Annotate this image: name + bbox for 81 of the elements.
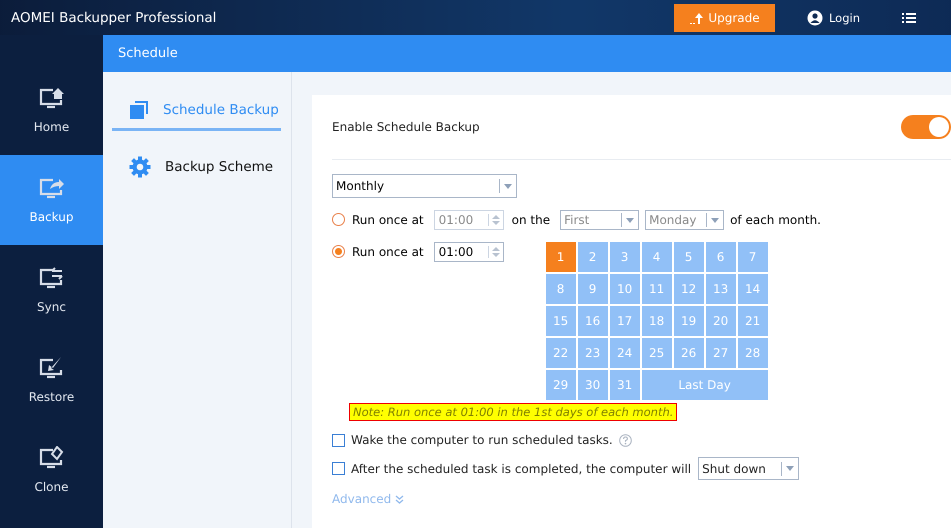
menu-icon[interactable]	[902, 12, 916, 24]
ordinal-dropdown[interactable]: First	[560, 210, 640, 230]
checkbox[interactable]	[332, 434, 345, 446]
caret-icon	[786, 466, 794, 471]
day-cell[interactable]: 8	[546, 274, 576, 304]
action-dropdown[interactable]: Shut down	[698, 457, 800, 480]
note-text: Note: Run once at 01:00 in the 1st days of each month.	[349, 403, 678, 421]
option-label: Run once at	[352, 244, 424, 261]
upload-icon	[689, 10, 706, 24]
day-cell[interactable]: 21	[738, 306, 768, 336]
nav-label: Restore	[28, 390, 74, 404]
day-cell[interactable]: 7	[738, 242, 768, 272]
time-field[interactable]: 01:00	[434, 210, 504, 230]
day-cell[interactable]: 15	[546, 306, 576, 336]
window-title: AOMEI Backupper Professional	[11, 10, 216, 26]
side-tab[interactable]: Backup Scheme	[112, 149, 281, 188]
settings-icon	[129, 156, 151, 178]
nav-label: Sync	[37, 300, 66, 314]
option-label: on the	[512, 212, 550, 229]
spinner-icon	[492, 214, 500, 226]
nav-label: Clone	[34, 480, 69, 494]
caret-icon	[504, 184, 512, 188]
frequency-dropdown[interactable]: Monthly	[332, 174, 517, 198]
double-chevron-icon	[395, 494, 404, 504]
day-cell[interactable]: 13	[706, 274, 736, 304]
day-cell[interactable]: 29	[546, 370, 576, 400]
day-cell[interactable]: 9	[578, 274, 608, 304]
radio-button[interactable]	[332, 245, 345, 258]
day-cell[interactable]: 22	[546, 338, 576, 368]
login-button[interactable]: Login	[800, 8, 866, 26]
option-label: of each month.	[730, 212, 821, 229]
nav-label: Home	[34, 120, 70, 134]
day-cell[interactable]: 12	[674, 274, 704, 304]
checkbox[interactable]	[332, 462, 345, 475]
day-cell[interactable]: 14	[738, 274, 768, 304]
nav-item[interactable]: Sync	[0, 245, 103, 335]
option-label: Run once at	[352, 212, 424, 229]
user-icon	[806, 10, 823, 26]
page-header: Schedule	[103, 35, 951, 72]
checkbox-label: Wake the computer to run scheduled tasks.	[351, 433, 613, 447]
day-cell[interactable]: 27	[706, 338, 736, 368]
day-cell[interactable]: Last Day	[642, 370, 768, 400]
day-cell[interactable]: 1	[546, 242, 576, 272]
day-cell[interactable]: 20	[706, 306, 736, 336]
copy-icon	[129, 100, 149, 120]
upgrade-button[interactable]: Upgrade	[674, 4, 775, 32]
day-cell[interactable]: 10	[610, 274, 640, 304]
side-tab[interactable]: Schedule Backup	[112, 92, 281, 131]
day-cell[interactable]: 4	[642, 242, 672, 272]
day-cell[interactable]: 2	[578, 242, 608, 272]
day-cell[interactable]: 19	[674, 306, 704, 336]
day-cell[interactable]: 24	[610, 338, 640, 368]
advanced-link[interactable]: Advanced	[332, 492, 951, 506]
enable-label: Enable Schedule Backup	[332, 120, 480, 134]
nav-item[interactable]: Clone	[0, 425, 103, 515]
day-cell[interactable]: 28	[738, 338, 768, 368]
day-cell[interactable]: 17	[610, 306, 640, 336]
time-field[interactable]: 01:00	[434, 242, 504, 262]
radio-button[interactable]	[332, 213, 345, 226]
day-cell[interactable]: 6	[706, 242, 736, 272]
day-cell[interactable]: 25	[642, 338, 672, 368]
caret-icon	[711, 218, 720, 222]
nav-label: Backup	[30, 210, 74, 224]
nav-item[interactable]: Home	[0, 65, 103, 155]
help-icon[interactable]	[618, 434, 632, 446]
checkbox-label: After the scheduled task is completed, the computer will	[351, 462, 692, 476]
day-cell[interactable]: 11	[642, 274, 672, 304]
weekday-dropdown[interactable]: Monday	[645, 210, 724, 230]
day-cell[interactable]: 23	[578, 338, 608, 368]
nav-item[interactable]: Backup	[0, 155, 103, 245]
caret-icon	[626, 218, 634, 222]
day-cell[interactable]: 31	[610, 370, 640, 400]
day-cell[interactable]: 26	[674, 338, 704, 368]
day-cell[interactable]: 16	[578, 306, 608, 336]
spinner-icon	[492, 246, 500, 258]
day-cell[interactable]: 3	[610, 242, 640, 272]
day-cell[interactable]: 18	[642, 306, 672, 336]
nav-item[interactable]: Restore	[0, 335, 103, 425]
toggle-switch[interactable]	[901, 115, 951, 139]
day-cell[interactable]: 30	[578, 370, 608, 400]
day-cell[interactable]: 5	[674, 242, 704, 272]
